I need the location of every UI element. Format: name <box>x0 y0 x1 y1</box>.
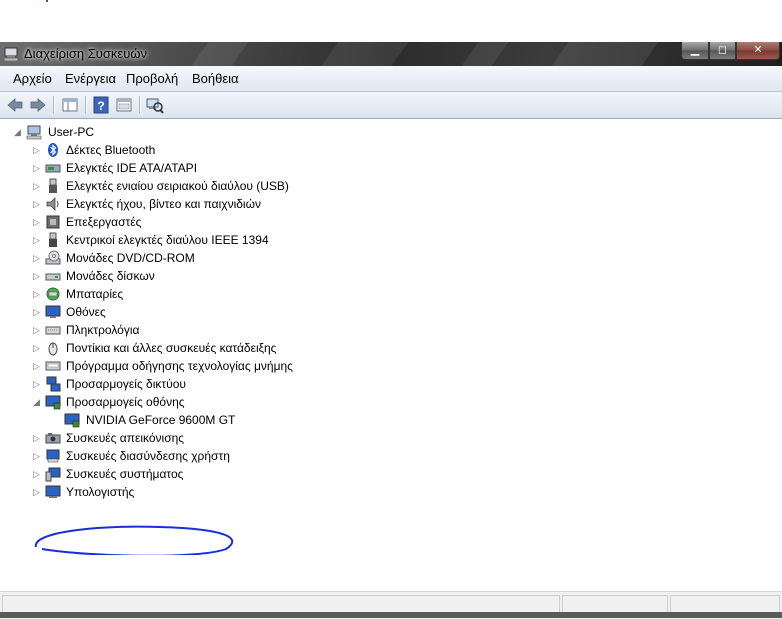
display-adapter-icon <box>64 413 80 428</box>
expand-arrow-icon[interactable]: ▷ <box>33 342 41 354</box>
imaging-icon <box>45 433 61 444</box>
firewire-icon <box>49 232 57 247</box>
tree-child-item[interactable]: NVIDIA GeForce 9600M GT <box>52 411 352 429</box>
bluetooth-icon <box>48 143 58 157</box>
tree-item[interactable]: ▷ Ποντίκια και άλλες συσκευές κατάδειξης <box>33 339 433 357</box>
tree-item[interactable]: ▷ Δέκτες Bluetooth <box>33 141 433 159</box>
close-button[interactable]: ✕ <box>736 42 780 60</box>
show-hide-console-tree-icon[interactable] <box>61 96 79 114</box>
computer-icon <box>45 485 61 498</box>
monitor-icon <box>45 305 61 318</box>
tree-item[interactable]: ▷ Υπολογιστής <box>33 483 433 501</box>
tree-item[interactable]: ▷ Συσκευές συστήματος <box>33 465 433 483</box>
desktop-strip <box>0 0 782 42</box>
network-icon <box>46 376 61 392</box>
system-icon <box>45 467 61 482</box>
expand-arrow-icon[interactable]: ▷ <box>33 288 41 300</box>
keyboard-icon <box>45 326 61 335</box>
expand-arrow-icon[interactable]: ▷ <box>33 180 41 192</box>
tree-item[interactable]: ▷ Μονάδες δίσκων <box>33 267 433 285</box>
tree-item[interactable]: ▷ Ελεγκτές ενιαίου σειριακού διαύλου (US… <box>33 177 433 195</box>
disk-icon <box>45 273 61 281</box>
expand-arrow-icon[interactable]: ▷ <box>33 270 41 282</box>
tree-item[interactable]: ▷ Ελεγκτές IDE ATA/ATAPI <box>33 159 433 177</box>
display-adapter-icon <box>45 395 61 410</box>
memory-icon <box>45 361 61 371</box>
menu-action[interactable]: Ενέργεια <box>65 71 116 86</box>
tree-item[interactable]: ▷ Μονάδες DVD/CD-ROM <box>33 249 433 267</box>
expand-arrow-icon[interactable]: ▷ <box>33 234 41 246</box>
tree-item[interactable]: ▷ Συσκευές απεικόνισης <box>33 429 433 447</box>
tree-node-root[interactable]: ◢ User-PC <box>14 123 214 141</box>
minimize-button[interactable]: ▁ <box>681 42 709 60</box>
expand-arrow-icon[interactable]: ▷ <box>33 432 41 444</box>
expand-arrow-icon[interactable]: ▷ <box>33 144 41 156</box>
mouse-icon <box>48 342 58 356</box>
forward-arrow-icon[interactable] <box>29 96 47 114</box>
expand-arrow-icon[interactable]: ▷ <box>33 468 41 480</box>
back-arrow-icon[interactable] <box>6 96 24 114</box>
maximize-button[interactable]: ◻ <box>709 42 736 60</box>
tree-item[interactable]: ▷ Πρόγραμμα οδήγησης τεχνολογίας μνήμης <box>33 357 433 375</box>
tree-item[interactable]: ▷ Προσαρμογείς δικτύου <box>33 375 433 393</box>
help-icon[interactable]: ? <box>92 96 110 114</box>
hand-drawn-annotation-circle <box>34 525 234 555</box>
processor-icon <box>46 215 60 229</box>
expand-arrow-icon[interactable]: ▷ <box>33 216 41 228</box>
expand-arrow-icon[interactable]: ▷ <box>33 324 41 336</box>
expand-arrow-icon[interactable]: ▷ <box>33 252 41 264</box>
scan-hardware-changes-icon[interactable] <box>146 96 164 114</box>
collapse-arrow-icon[interactable]: ◢ <box>33 396 41 408</box>
battery-icon <box>46 287 60 301</box>
tree-root-label: User-PC <box>48 125 95 139</box>
expand-arrow-icon[interactable]: ▷ <box>33 198 41 210</box>
expand-arrow-icon[interactable]: ▷ <box>33 378 41 390</box>
tree-item[interactable]: ▷ Μπαταρίες <box>33 285 433 303</box>
tree-item[interactable]: ▷ Πληκτρολόγια <box>33 321 433 339</box>
expand-arrow-icon[interactable]: ▷ <box>33 162 41 174</box>
toolbar: ? <box>0 92 782 119</box>
tree-item[interactable]: ▷ Επεξεργαστές <box>33 213 433 231</box>
tree-item[interactable]: ▷ Οθόνες <box>33 303 433 321</box>
window-title: Διαχείριση Συσκευών <box>24 46 147 61</box>
svg-text:?: ? <box>97 99 104 113</box>
device-tree: ◢ User-PC ▷ Δέκτες Bluetooth ▷ Ελεγκτές … <box>0 119 782 591</box>
properties-icon[interactable] <box>115 96 133 114</box>
device-manager-app-icon <box>4 47 19 61</box>
hid-icon <box>46 449 60 463</box>
computer-icon <box>26 125 42 140</box>
tree-item[interactable]: ▷ Ελεγκτές ήχου, βίντεο και παιχνιδιών <box>33 195 433 213</box>
ide-controller-icon <box>45 164 61 173</box>
tree-item[interactable]: ▷ Κεντρικοί ελεγκτές διαύλου IEEE 1394 <box>33 231 433 249</box>
expand-arrow-icon[interactable]: ▷ <box>33 306 41 318</box>
menu-file[interactable]: Αρχείο <box>13 71 52 86</box>
title-bar[interactable]: Διαχείριση Συσκευών ▁ ◻ ✕ <box>0 42 782 66</box>
menu-view[interactable]: Προβολή <box>126 71 178 86</box>
menu-bar: Αρχείο Ενέργεια Προβολή Βοήθεια <box>0 66 782 92</box>
dvd-icon <box>45 250 61 265</box>
tree-item[interactable]: ▷ Συσκευές διασύνδεσης χρήστη <box>33 447 433 465</box>
window-bottom-edge <box>0 612 782 618</box>
menu-help[interactable]: Βοήθεια <box>192 71 239 86</box>
expand-arrow-icon[interactable]: ▷ <box>33 450 41 462</box>
expand-arrow-icon[interactable]: ▷ <box>33 486 41 498</box>
usb-icon <box>49 178 57 193</box>
tree-item-expanded[interactable]: ◢ Προσαρμογείς οθόνης <box>33 393 433 411</box>
collapse-arrow-icon[interactable]: ◢ <box>14 126 22 138</box>
sound-icon <box>46 197 59 211</box>
expand-arrow-icon[interactable]: ▷ <box>33 360 41 372</box>
device-manager-window: Διαχείριση Συσκευών ▁ ◻ ✕ Αρχείο Ενέργει… <box>0 42 782 619</box>
